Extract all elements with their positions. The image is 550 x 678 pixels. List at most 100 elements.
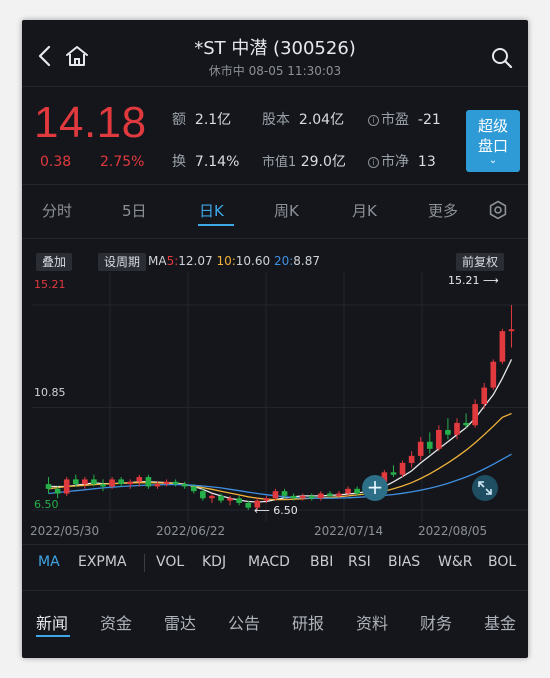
tab-radar[interactable]: 雷达 (164, 610, 196, 634)
candle (508, 305, 515, 348)
candle (172, 479, 179, 487)
candle (299, 493, 306, 501)
indicator-boll[interactable]: BOL (488, 554, 516, 570)
indicator-expma[interactable]: EXPMA (78, 554, 127, 570)
tab-profile[interactable]: 资料 (356, 610, 388, 634)
candle (445, 418, 451, 440)
candle-body (390, 472, 397, 475)
indicator-rsi[interactable]: RSI (348, 554, 371, 570)
tab-news[interactable]: 新闻 (36, 610, 68, 634)
candle (136, 474, 143, 487)
indicator-separator (144, 554, 145, 572)
candle-body (127, 481, 134, 485)
candle (308, 493, 315, 501)
candle (100, 479, 106, 492)
candle-body (508, 329, 515, 332)
candle-body (290, 495, 297, 499)
candle-body (82, 479, 88, 485)
candle-body (354, 488, 360, 494)
overlay-button[interactable]: 叠加 (36, 253, 73, 271)
tabs-divider (22, 238, 528, 239)
indicator-wr[interactable]: W&R (438, 554, 473, 570)
candle-body (417, 441, 424, 456)
x-tick-label: 2022/05/30 (30, 524, 100, 538)
indicator-divider (22, 590, 528, 591)
header-divider (22, 86, 528, 87)
ma20-value: 8.87 (293, 254, 320, 268)
indicator-macd[interactable]: MACD (248, 554, 290, 570)
candle (236, 495, 242, 506)
candle-body (63, 479, 70, 494)
market-status: 休市中 08-05 11:30:03 (208, 64, 342, 78)
candle-body (100, 484, 106, 487)
tab-daily-k[interactable]: 日K (199, 200, 224, 221)
indicator-bias[interactable]: BIAS (388, 554, 420, 570)
tab-announcements[interactable]: 公告 (228, 610, 260, 634)
last-price: 14.18 (34, 98, 147, 147)
candle-body (445, 429, 451, 435)
super-button-line1: 超级 (477, 117, 508, 135)
tab-funds[interactable]: 资金 (100, 610, 132, 634)
price-change: 0.38 (40, 154, 72, 170)
tab-5day[interactable]: 5日 (122, 200, 147, 221)
ma-prefix: MA (148, 254, 167, 268)
tab-research[interactable]: 研报 (292, 610, 324, 634)
price-adjust-button[interactable]: 前复权 (456, 253, 505, 271)
candle (472, 399, 478, 428)
candle (45, 477, 52, 494)
indicator-ma[interactable]: MA (38, 554, 60, 570)
page-title: *ST 中潜 (300526) (194, 38, 356, 59)
candle-body (436, 429, 442, 449)
candle (390, 465, 397, 478)
candle-body (145, 477, 152, 487)
indicator-bbi[interactable]: BBI (310, 554, 333, 570)
candle (318, 491, 324, 501)
indicator-kdj[interactable]: KDJ (202, 554, 226, 570)
kline-chart[interactable] (32, 272, 528, 542)
stat-market-cap: 市值1 29.0亿 (262, 154, 346, 170)
super-button-line2: 盘口 (477, 137, 508, 155)
candle-body (308, 495, 315, 499)
candle (399, 460, 406, 478)
search-icon[interactable] (490, 46, 514, 70)
indicator-vol[interactable]: VOL (156, 554, 184, 570)
set-period-button[interactable]: 设周期 (98, 253, 147, 271)
candle-body (245, 502, 252, 508)
candle-body (263, 498, 270, 501)
candle (145, 474, 152, 489)
super-order-book-button[interactable]: 超级 盘口 ⌄ (466, 110, 520, 172)
candle (408, 451, 415, 468)
tab-monthly-k[interactable]: 月K (352, 200, 377, 221)
candle (163, 479, 170, 487)
candle-body (209, 495, 215, 499)
y-tick-label-low: 6.50 (34, 498, 59, 511)
y-tick-label-mid: 10.85 (34, 386, 66, 399)
tab-financials[interactable]: 财务 (420, 610, 452, 634)
expand-icon[interactable] (472, 475, 498, 501)
candle (490, 359, 497, 390)
stat-pe[interactable]: i 市盈 -21 (368, 109, 441, 129)
candle-body (190, 486, 197, 492)
candle-body (236, 498, 242, 503)
chevron-down-icon: ⌄ (488, 155, 498, 166)
tab-intraday[interactable]: 分时 (42, 200, 72, 221)
candle (426, 432, 433, 454)
ma5-key: 5: (166, 254, 179, 268)
candle (118, 477, 124, 487)
tab-weekly-k[interactable]: 周K (274, 200, 299, 221)
ma10-key: 10: (216, 254, 236, 268)
candle-body (472, 404, 478, 426)
candle-body (109, 479, 115, 487)
stat-pb[interactable]: i 市净 13 (368, 151, 436, 171)
candle-body (408, 455, 415, 463)
tab-more[interactable]: 更多 (428, 200, 458, 221)
tab-fund[interactable]: 基金 (484, 610, 516, 634)
candle-body (281, 491, 288, 496)
quote-divider (22, 184, 528, 185)
candle-body (426, 441, 433, 449)
candle-body (318, 493, 324, 499)
stat-turnover-amount: 额 2.1亿 (172, 112, 232, 128)
plus-icon[interactable]: + (362, 475, 388, 501)
candle-body (54, 488, 61, 494)
settings-icon[interactable] (488, 200, 508, 220)
